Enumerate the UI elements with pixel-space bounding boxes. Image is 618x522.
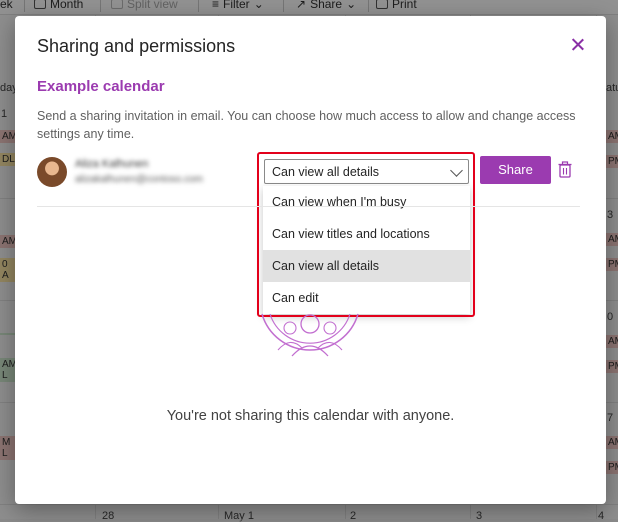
option-view-busy[interactable]: Can view when I'm busy [263,186,470,218]
option-view-titles-locations[interactable]: Can view titles and locations [263,218,470,250]
sharing-description: Send a sharing invitation in email. You … [37,109,576,141]
sharing-dialog: Sharing and permissions Example calendar… [15,16,606,504]
contact-email: alizakalhunen@contoso.com [75,174,204,185]
contact-name: Aliza Kalhunen [75,158,149,170]
option-view-all-details[interactable]: Can view all details [263,250,470,282]
trash-icon[interactable] [558,161,572,178]
close-icon[interactable] [569,36,587,54]
avatar [37,157,67,187]
calendar-name: Example calendar [37,78,165,95]
share-button[interactable]: Share [480,156,551,184]
dialog-title: Sharing and permissions [37,36,236,56]
chevron-down-icon [450,164,463,177]
divider [37,206,580,207]
permission-select-value: Can view all details [272,165,379,179]
permission-select[interactable]: Can view all details [264,159,469,184]
people-sharing-icon [261,313,359,357]
empty-state-message: You're not sharing this calendar with an… [166,408,455,424]
